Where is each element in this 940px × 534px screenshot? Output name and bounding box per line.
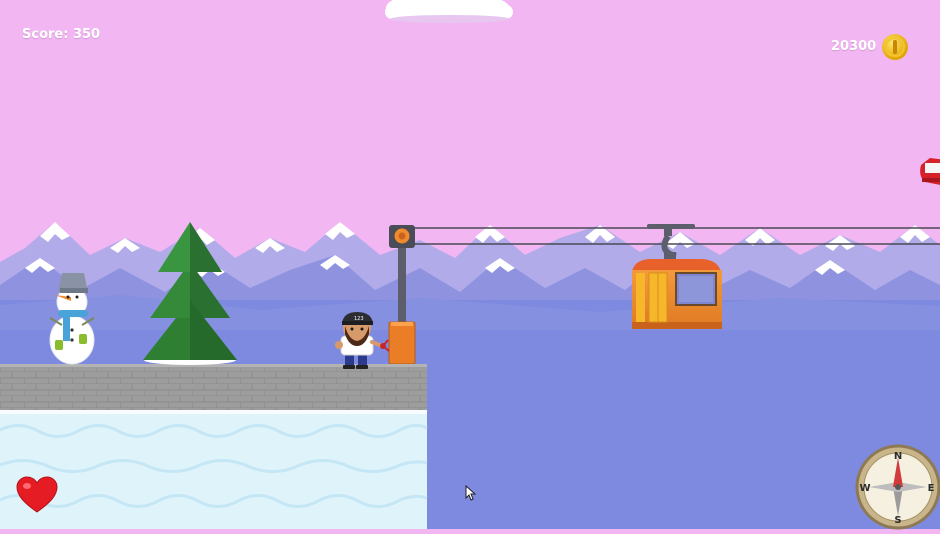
svg-text:123: 123 (354, 316, 364, 322)
mouse-cursor-icon (465, 485, 477, 501)
cloud (385, 0, 513, 23)
game-scene: 123 (0, 0, 940, 529)
coin-count-value: 20300 (831, 39, 877, 54)
ice-block (0, 410, 428, 529)
compass-west: W (859, 483, 870, 494)
score-label: Score: (22, 27, 69, 42)
coin-counter: 20300 (831, 39, 876, 54)
compass-north: N (894, 451, 902, 462)
score-value: 350 (72, 27, 101, 42)
heart-icon[interactable] (15, 476, 59, 516)
stone-platform (0, 364, 427, 412)
score-display: Score: 350 (22, 27, 100, 42)
coin-icon (882, 34, 908, 60)
compass-icon[interactable]: N S E W (855, 444, 940, 534)
compass-east: E (928, 483, 935, 494)
compass-south: S (894, 515, 901, 526)
